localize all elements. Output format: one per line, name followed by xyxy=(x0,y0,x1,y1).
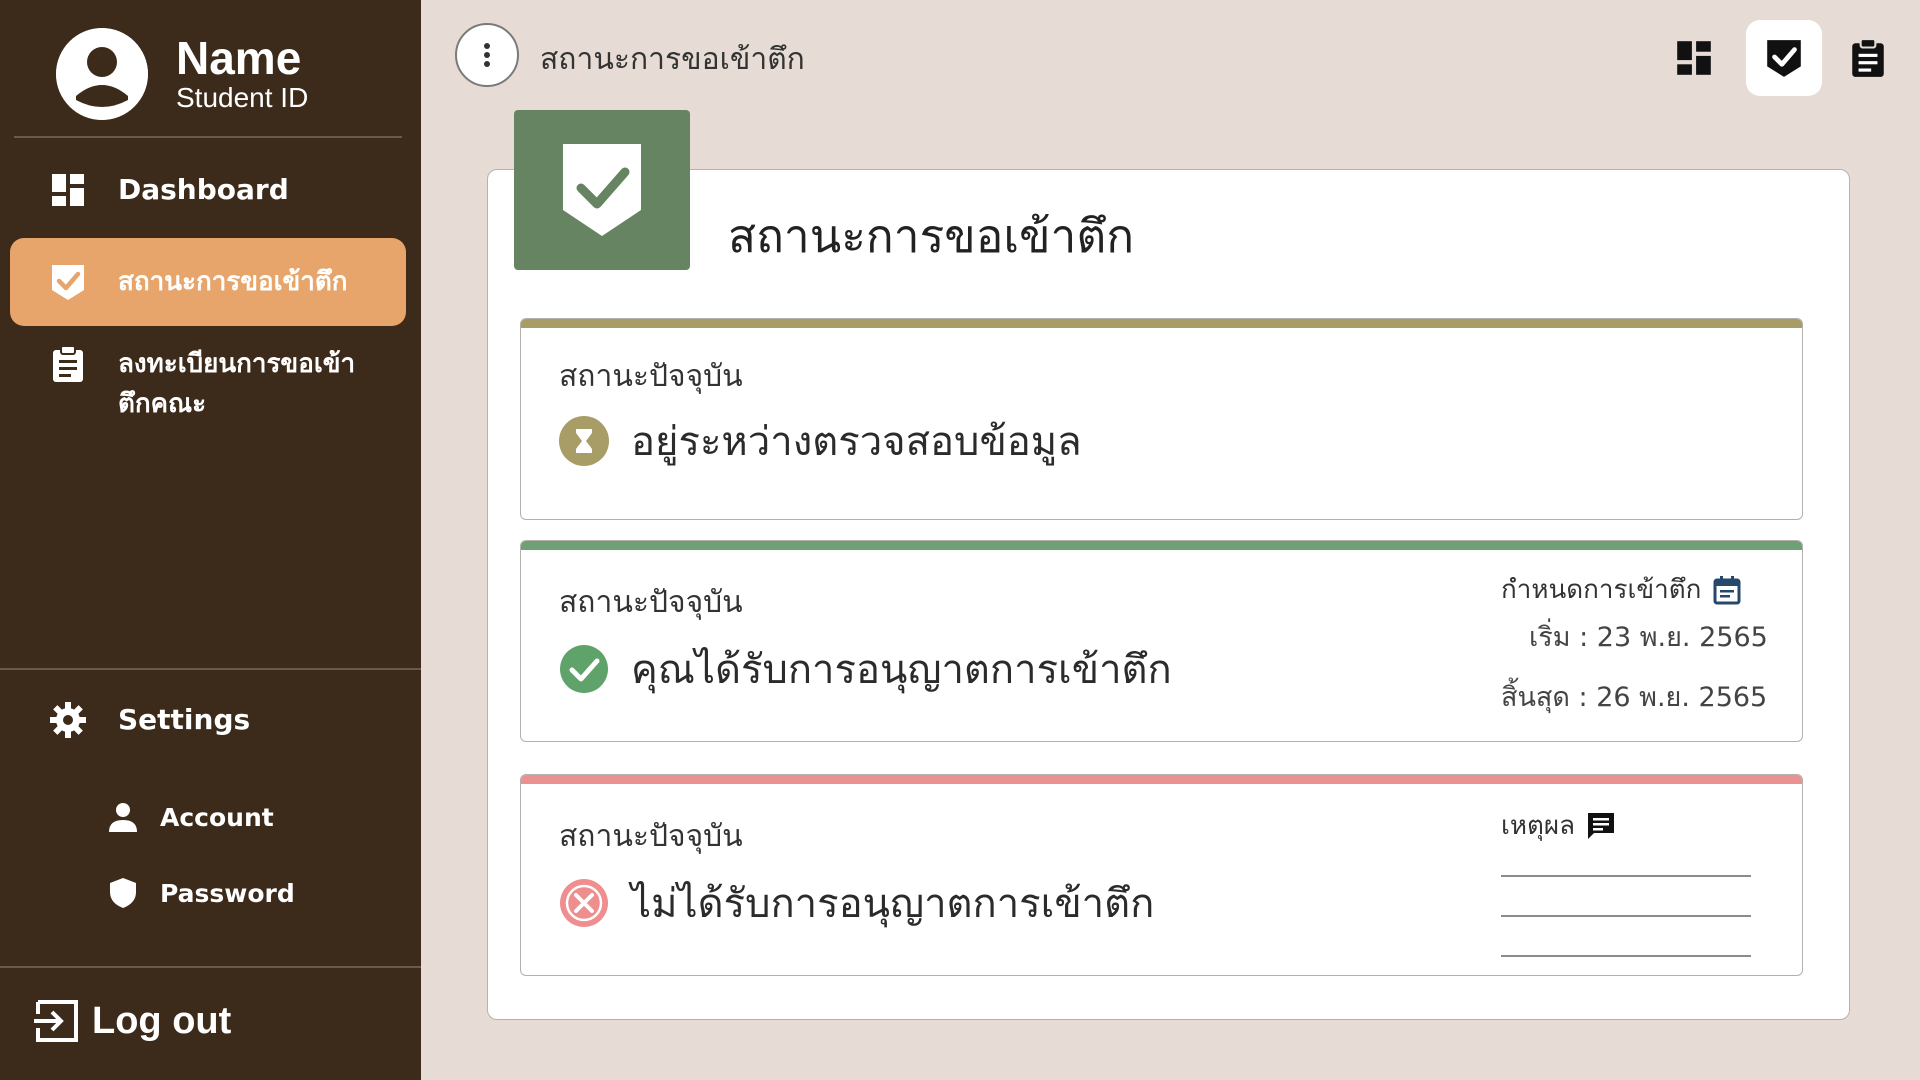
sidebar-divider xyxy=(14,136,402,138)
schedule-heading: กำหนดการเข้าตึก xyxy=(1501,575,1702,605)
sidebar-item-settings[interactable]: Settings xyxy=(10,700,406,740)
logout-button[interactable]: Log out xyxy=(32,996,231,1046)
dashboard-icon xyxy=(48,170,88,210)
comment-icon xyxy=(1588,812,1615,839)
sidebar-subitem-label: Account xyxy=(160,802,274,832)
sidebar-item-label: Dashboard xyxy=(118,173,289,206)
clipboard-icon xyxy=(48,344,88,384)
sidebar-item-label-line2: ตึกคณะ xyxy=(118,389,207,419)
status-stripe xyxy=(521,319,1802,328)
status-card-rejected: สถานะปัจจุบัน ไม่ได้รับการอนุญาตการเข้าต… xyxy=(520,774,1803,976)
status-card-approved: สถานะปัจจุบัน คุณได้รับการอนุญาตการเข้าต… xyxy=(520,540,1803,742)
profile: Name Student ID xyxy=(56,28,308,120)
status-stripe xyxy=(521,541,1802,550)
reason-line xyxy=(1501,915,1751,917)
badge-check-icon xyxy=(1767,40,1801,77)
status-text: ไม่ได้รับการอนุญาตการเข้าตึก xyxy=(631,881,1155,927)
shield-icon xyxy=(110,878,136,908)
hourglass-icon xyxy=(559,416,609,466)
sidebar-item-label-line1: ลงทะเบียนการขอเข้า xyxy=(118,349,356,379)
x-circle-icon xyxy=(560,879,608,927)
schedule-block: กำหนดการเข้าตึก xyxy=(1501,569,1743,610)
person-icon xyxy=(109,803,137,832)
topbar-register-button[interactable] xyxy=(1830,20,1906,96)
sidebar-item-entry-status[interactable]: สถานะการขอเข้าตึก xyxy=(10,238,406,326)
user-avatar-icon xyxy=(56,28,148,120)
status-text: อยู่ระหว่างตรวจสอบข้อมูล xyxy=(631,419,1082,465)
topbar-dashboard-button[interactable] xyxy=(1656,20,1732,96)
check-circle-icon xyxy=(560,645,608,693)
reason-line xyxy=(1501,955,1751,957)
sidebar-item-register-entry[interactable]: ลงทะเบียนการขอเข้า ตึกคณะ xyxy=(10,344,406,424)
status-card-pending: สถานะปัจจุบัน อยู่ระหว่างตรวจสอบข้อมูล xyxy=(520,318,1803,520)
logout-label: Log out xyxy=(92,999,232,1042)
reason-line xyxy=(1501,875,1751,877)
badge-check-icon xyxy=(563,144,641,236)
more-menu-button[interactable] xyxy=(455,23,519,87)
avatar[interactable] xyxy=(56,28,148,120)
sidebar: Name Student ID Dashboard สถานะการขอเข้า… xyxy=(0,0,421,1080)
sidebar-item-label: Settings xyxy=(118,703,251,736)
page-title: สถานะการขอเข้าตึก xyxy=(728,209,1135,263)
topbar-title: สถานะการขอเข้าตึก xyxy=(540,42,805,77)
sidebar-divider xyxy=(0,966,421,968)
status-stripe xyxy=(521,775,1802,784)
reason-block: เหตุผล xyxy=(1501,805,1617,846)
gear-icon xyxy=(48,700,88,740)
page-badge-tile xyxy=(514,110,690,270)
topbar-status-button[interactable] xyxy=(1746,20,1822,96)
schedule-start-date: เริ่ม : 23 พ.ย. 2565 xyxy=(1529,622,1768,653)
status-label: สถานะปัจจุบัน xyxy=(559,585,743,620)
more-vert-icon xyxy=(484,43,490,67)
reason-heading: เหตุผล xyxy=(1501,811,1576,841)
sidebar-subitem-account[interactable]: Account xyxy=(106,800,274,834)
sidebar-subitem-label: Password xyxy=(160,878,295,908)
status-text: คุณได้รับการอนุญาตการเข้าตึก xyxy=(631,647,1172,693)
schedule-end-date: สิ้นสุด : 26 พ.ย. 2565 xyxy=(1501,682,1768,713)
dashboard-icon xyxy=(1677,41,1711,75)
sidebar-divider xyxy=(0,668,421,670)
status-label: สถานะปัจจุบัน xyxy=(559,359,743,394)
clipboard-icon xyxy=(1852,38,1884,77)
badge-check-icon xyxy=(48,262,88,302)
sidebar-item-dashboard[interactable]: Dashboard xyxy=(10,170,406,210)
sidebar-subitem-password[interactable]: Password xyxy=(106,876,295,910)
profile-name: Name xyxy=(176,32,302,85)
profile-student-id: Student ID xyxy=(176,81,309,113)
status-label: สถานะปัจจุบัน xyxy=(559,819,743,854)
calendar-icon xyxy=(1713,575,1741,604)
sidebar-item-label: สถานะการขอเข้าตึก xyxy=(118,267,348,297)
logout-icon xyxy=(34,1000,78,1042)
